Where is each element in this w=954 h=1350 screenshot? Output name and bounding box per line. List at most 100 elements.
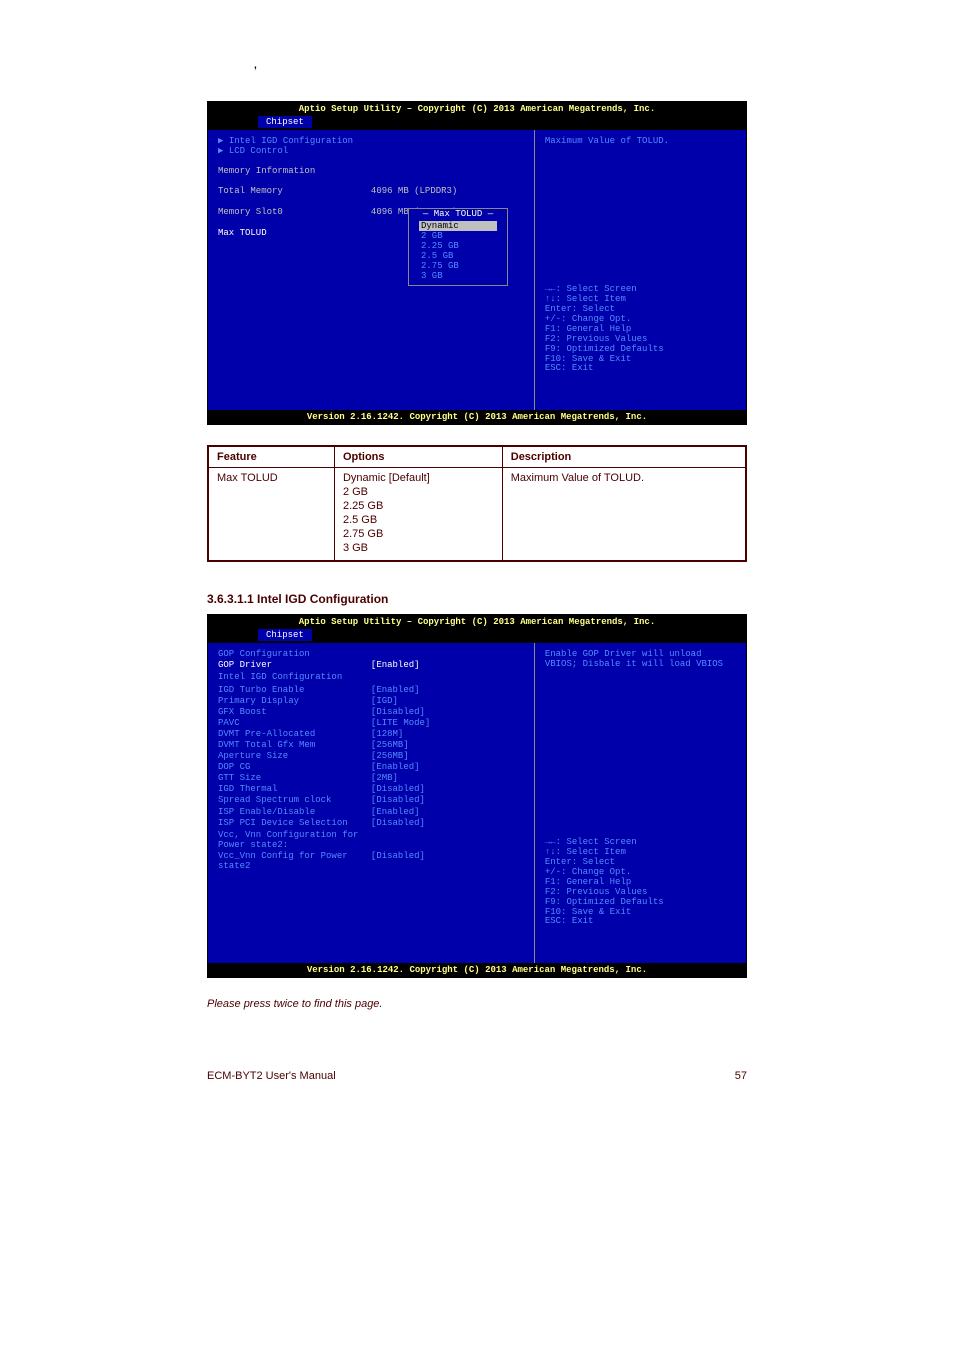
- popup-opt-225gb[interactable]: 2.25 GB: [419, 241, 497, 251]
- row-value: [128M]: [371, 729, 524, 739]
- config-row[interactable]: DOP CG[Enabled]: [218, 762, 524, 772]
- config-row[interactable]: DVMT Total Gfx Mem[256MB]: [218, 740, 524, 750]
- td-desc: Maximum Value of TOLUD.: [502, 468, 746, 562]
- row-value: [256MB]: [371, 740, 524, 750]
- config-row[interactable]: Aperture Size[256MB]: [218, 751, 524, 761]
- config-row[interactable]: ISP PCI Device Selection[Disabled]: [218, 818, 524, 828]
- mem-slot-label: Memory Slot0: [218, 207, 371, 217]
- table-row: Max TOLUD Dynamic [Default] 2 GB 2.25 GB…: [208, 468, 746, 562]
- row-label: IGD Thermal: [218, 784, 371, 794]
- bios-footer-2: Version 2.16.1242. Copyright (C) 2013 Am…: [208, 963, 746, 977]
- link-igd-config[interactable]: ▶ Intel IGD Configuration: [218, 136, 524, 146]
- popup-title: — Max TOLUD —: [419, 209, 497, 219]
- row-value: [Disabled]: [371, 851, 524, 871]
- popup-opt-2gb[interactable]: 2 GB: [419, 231, 497, 241]
- opt-item: 2.25 GB: [343, 500, 494, 512]
- config-row: GOP Configuration: [218, 649, 524, 659]
- td-feature: Max TOLUD: [208, 468, 334, 562]
- row-value: [LITE Mode]: [371, 718, 524, 728]
- bios-right-panel: Maximum Value of TOLUD. →←: Select Scree…: [534, 130, 746, 410]
- row-value: [2MB]: [371, 773, 524, 783]
- row-label: Intel IGD Configuration: [218, 672, 371, 682]
- row-value: [Disabled]: [371, 784, 524, 794]
- config-row[interactable]: DVMT Pre-Allocated[128M]: [218, 729, 524, 739]
- row-value: [371, 672, 524, 682]
- config-row[interactable]: Vcc_Vnn Config for Power state2[Disabled…: [218, 851, 524, 871]
- bios-window-1: Aptio Setup Utility – Copyright (C) 2013…: [207, 101, 747, 425]
- bios-left-panel: ▶ Intel IGD Configuration ▶ LCD Control …: [208, 130, 534, 410]
- config-row[interactable]: ISP Enable/Disable[Enabled]: [218, 807, 524, 817]
- help-keys-2: →←: Select Screen ↑↓: Select Item Enter:…: [545, 838, 736, 957]
- row-label: GFX Boost: [218, 707, 371, 717]
- bios-tabs: Chipset: [208, 116, 746, 130]
- row-value: [Enabled]: [371, 762, 524, 772]
- row-value: [Enabled]: [371, 660, 524, 670]
- config-row[interactable]: IGD Turbo Enable[Enabled]: [218, 685, 524, 695]
- config-row: Vcc, Vnn Configuration for Power state2:: [218, 830, 524, 850]
- td-options: Dynamic [Default] 2 GB 2.25 GB 2.5 GB 2.…: [334, 468, 502, 562]
- opt-item: 3 GB: [343, 542, 494, 554]
- mem-info-label: Memory Information: [218, 166, 524, 176]
- opt-item: 2 GB: [343, 486, 494, 498]
- popup-opt-275gb[interactable]: 2.75 GB: [419, 261, 497, 271]
- small-mark: ,: [254, 60, 954, 71]
- row-label: GOP Driver: [218, 660, 371, 670]
- row-value: [Disabled]: [371, 707, 524, 717]
- row-value: [Enabled]: [371, 685, 524, 695]
- row-value: [371, 830, 524, 850]
- config-row[interactable]: GOP Driver[Enabled]: [218, 660, 524, 670]
- bios-window-2: Aptio Setup Utility – Copyright (C) 2013…: [207, 614, 747, 978]
- row-label: Primary Display: [218, 696, 371, 706]
- bios-right-panel-2: Enable GOP Driver will unload VBIOS; Dis…: [534, 643, 746, 963]
- th-options: Options: [334, 446, 502, 468]
- row-label: PAVC: [218, 718, 371, 728]
- row-label: ISP PCI Device Selection: [218, 818, 371, 828]
- tab-chipset[interactable]: Chipset: [258, 116, 312, 128]
- total-memory-label: Total Memory: [218, 186, 371, 196]
- popup-opt-25gb[interactable]: 2.5 GB: [419, 251, 497, 261]
- row-value: [IGD]: [371, 696, 524, 706]
- footer-manual: ECM-BYT2 User's Manual: [207, 1070, 336, 1082]
- help-keys: →←: Select Screen ↑↓: Select Item Enter:…: [545, 285, 736, 404]
- option-table: Feature Options Description Max TOLUD Dy…: [207, 445, 747, 562]
- th-description: Description: [502, 446, 746, 468]
- note-text: Please press twice to find this page.: [207, 998, 954, 1010]
- row-value: [Enabled]: [371, 807, 524, 817]
- opt-item: 2.75 GB: [343, 528, 494, 540]
- row-label: DOP CG: [218, 762, 371, 772]
- bios-left-panel-2: GOP ConfigurationGOP Driver[Enabled]Inte…: [208, 643, 534, 963]
- total-memory-value: 4096 MB (LPDDR3): [371, 186, 524, 196]
- bios-footer: Version 2.16.1242. Copyright (C) 2013 Am…: [208, 410, 746, 424]
- row-label: DVMT Pre-Allocated: [218, 729, 371, 739]
- config-row[interactable]: Primary Display[IGD]: [218, 696, 524, 706]
- row-value: [Disabled]: [371, 818, 524, 828]
- help-top-text: Maximum Value of TOLUD.: [545, 136, 736, 146]
- page-number: 57: [735, 1070, 747, 1082]
- config-row[interactable]: PAVC[LITE Mode]: [218, 718, 524, 728]
- row-value: [Disabled]: [371, 795, 524, 805]
- opt-item: Dynamic [Default]: [343, 472, 494, 484]
- link-lcd-control[interactable]: ▶ LCD Control: [218, 146, 524, 156]
- bios-header: Aptio Setup Utility – Copyright (C) 2013…: [208, 102, 746, 116]
- help-line: ESC: Exit: [545, 917, 736, 927]
- row-value: [256MB]: [371, 751, 524, 761]
- bios-header-2: Aptio Setup Utility – Copyright (C) 2013…: [208, 615, 746, 629]
- popup-opt-dynamic[interactable]: Dynamic: [419, 221, 497, 231]
- bios-tabs-2: Chipset: [208, 629, 746, 643]
- row-label: Spread Spectrum clock: [218, 795, 371, 805]
- config-row[interactable]: IGD Thermal[Disabled]: [218, 784, 524, 794]
- row-label: DVMT Total Gfx Mem: [218, 740, 371, 750]
- config-row[interactable]: Spread Spectrum clock[Disabled]: [218, 795, 524, 805]
- tab-chipset-2[interactable]: Chipset: [258, 629, 312, 641]
- th-feature: Feature: [208, 446, 334, 468]
- config-row[interactable]: GTT Size[2MB]: [218, 773, 524, 783]
- popup-opt-3gb[interactable]: 3 GB: [419, 271, 497, 281]
- popup-max-tolud: — Max TOLUD — Dynamic 2 GB 2.25 GB 2.5 G…: [408, 208, 508, 286]
- config-row[interactable]: GFX Boost[Disabled]: [218, 707, 524, 717]
- row-label: Aperture Size: [218, 751, 371, 761]
- row-label: GOP Configuration: [218, 649, 371, 659]
- row-label: ISP Enable/Disable: [218, 807, 371, 817]
- row-label: GTT Size: [218, 773, 371, 783]
- row-label: Vcc, Vnn Configuration for Power state2:: [218, 830, 371, 850]
- opt-item: 2.5 GB: [343, 514, 494, 526]
